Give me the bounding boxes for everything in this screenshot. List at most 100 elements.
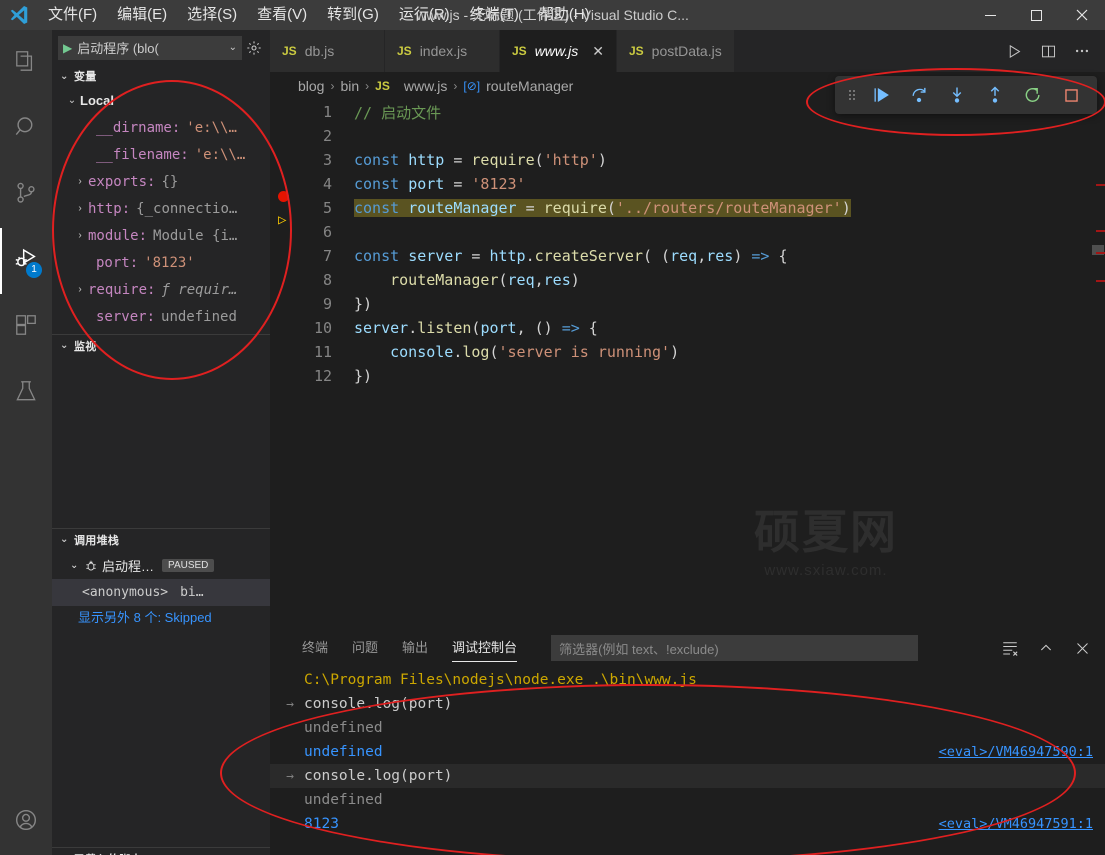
tab-www-js[interactable]: JS www.js ✕ xyxy=(500,30,617,72)
variable-row[interactable]: server: undefined xyxy=(52,303,270,330)
menu-help[interactable]: 帮助(H) xyxy=(529,0,600,30)
variable-row[interactable]: port: '8123' xyxy=(52,249,270,276)
debug-settings-gear-button[interactable] xyxy=(242,36,266,60)
chevron-right-icon[interactable]: › xyxy=(72,176,88,187)
console-source-link[interactable]: <eval>/VM46947591:1 xyxy=(939,816,1093,832)
variable-row[interactable]: › module: Module {i… xyxy=(52,222,270,249)
close-button[interactable] xyxy=(1059,0,1105,30)
activity-explorer[interactable] xyxy=(0,30,52,96)
overview-mark xyxy=(1096,230,1105,232)
section-header-variables[interactable]: ⌄ 变量 xyxy=(52,65,270,87)
code-editor[interactable]: 1// 启动文件 2 3 const http = require('http') 4 c… xyxy=(270,100,1105,630)
debug-console-output[interactable]: C:\Program Files\nodejs\node.exe .\bin\w… xyxy=(270,666,1105,855)
start-debugging-icon[interactable]: ▶ xyxy=(63,41,72,55)
menu-terminal[interactable]: 终端(T) xyxy=(460,0,529,30)
code-lines: 1// 启动文件 2 3 const http = require('http') 4 c… xyxy=(270,100,1105,388)
js-icon: JS xyxy=(282,44,297,58)
menu-view[interactable]: 查看(V) xyxy=(247,0,317,30)
code-line[interactable]: 8 routeManager(req,res) xyxy=(270,268,1105,292)
console-file-link[interactable]: .\bin\www.js xyxy=(592,672,697,688)
console-line[interactable]: undefined <eval>/VM46947590:1 xyxy=(270,740,1105,764)
code-line[interactable]: 3 const http = require('http') xyxy=(270,148,1105,172)
variable-row[interactable]: __dirname: 'e:\\… xyxy=(52,114,270,141)
chevron-down-icon[interactable]: ⌄ xyxy=(229,42,237,53)
chevron-right-icon[interactable]: › xyxy=(72,203,88,214)
activity-source-control[interactable] xyxy=(0,162,52,228)
menu-go[interactable]: 转到(G) xyxy=(317,0,389,30)
code-line[interactable]: 4 const port = '8123' xyxy=(270,172,1105,202)
variable-value: {_connectio… xyxy=(136,200,238,217)
maximize-panel-button[interactable] xyxy=(1031,633,1061,663)
panel-tab-output[interactable]: 输出 xyxy=(390,630,440,666)
step-into-button[interactable] xyxy=(939,80,975,110)
editor-scrollbar[interactable] xyxy=(1091,170,1105,630)
maximize-button[interactable] xyxy=(1013,0,1059,30)
tab-index-js[interactable]: JS index.js xyxy=(385,30,500,72)
variable-row[interactable]: › http: {_connectio… xyxy=(52,195,270,222)
breadcrumb-item-www-js[interactable]: www.js xyxy=(404,78,448,94)
breadcrumb-item-bin[interactable]: bin xyxy=(340,78,359,94)
code-line[interactable]: 11 console.log('server is running') xyxy=(270,340,1105,364)
show-skipped-frames-link[interactable]: 显示另外 8 个: Skipped xyxy=(52,606,270,630)
console-line[interactable]: → console.log(port) xyxy=(270,764,1105,788)
section-header-call-stack[interactable]: ⌄ 调用堆栈 xyxy=(52,528,270,550)
step-out-button[interactable] xyxy=(977,80,1013,110)
breadcrumb-item-blog[interactable]: blog xyxy=(298,78,324,94)
variable-row[interactable]: › exports: {} xyxy=(52,168,270,195)
menu-selection[interactable]: 选择(S) xyxy=(177,0,247,30)
close-panel-button[interactable] xyxy=(1067,633,1097,663)
code-line[interactable]: 9}) xyxy=(270,292,1105,316)
menu-file[interactable]: 文件(F) xyxy=(38,0,107,30)
step-over-button[interactable] xyxy=(901,80,937,110)
run-button[interactable] xyxy=(999,36,1029,66)
section-header-watch[interactable]: ⌄ 监视 xyxy=(52,334,270,356)
breadcrumb-item-routemanager[interactable]: routeManager xyxy=(486,78,573,94)
activity-testing[interactable] xyxy=(0,360,52,426)
console-line[interactable]: C:\Program Files\nodejs\node.exe .\bin\w… xyxy=(270,668,1105,692)
code-line[interactable]: 6 xyxy=(270,220,1105,244)
code-line[interactable]: 10 server.listen(port, () => { xyxy=(270,316,1105,340)
variable-scope-local[interactable]: ⌄ Local xyxy=(52,87,270,114)
clear-console-button[interactable] xyxy=(995,633,1025,663)
frame-detail: bi… xyxy=(180,585,204,600)
call-stack-session[interactable]: ⌄ 启动程… PAUSED xyxy=(52,552,270,579)
tab-db-js[interactable]: JS db.js xyxy=(270,30,385,72)
code-line[interactable]: 12}) xyxy=(270,364,1105,388)
panel-actions xyxy=(995,630,1097,666)
console-filter-input[interactable]: 筛选器(例如 text、!exclude) xyxy=(551,635,919,661)
activity-extensions[interactable] xyxy=(0,294,52,360)
chevron-right-icon[interactable]: › xyxy=(72,284,88,295)
close-icon[interactable]: ✕ xyxy=(592,43,604,60)
variable-row[interactable]: › require: ƒ requir… xyxy=(52,276,270,303)
variables-tree: ⌄ Local __dirname: 'e:\\… __filename: 'e… xyxy=(52,87,270,330)
variable-row[interactable]: __filename: 'e:\\… xyxy=(52,141,270,168)
section-header-loaded-scripts[interactable]: › 已载入的脚本 xyxy=(52,847,270,855)
chevron-right-icon[interactable]: › xyxy=(72,230,88,241)
console-line[interactable]: 8123 <eval>/VM46947591:1 xyxy=(270,812,1105,836)
panel-tab-problems[interactable]: 问题 xyxy=(340,630,390,666)
grip-icon[interactable] xyxy=(843,87,861,103)
panel-tab-debug-console[interactable]: 调试控制台 xyxy=(440,630,529,666)
restart-button[interactable] xyxy=(1015,80,1051,110)
menu-edit[interactable]: 编辑(E) xyxy=(107,0,177,30)
code-line[interactable]: 7 const server = http.createServer( (req,… xyxy=(270,244,1105,268)
split-editor-button[interactable] xyxy=(1033,36,1063,66)
launch-config-dropdown[interactable]: ▶ 启动程序 (blo( ⌄ xyxy=(58,35,242,60)
activity-accounts[interactable] xyxy=(0,789,52,855)
code-line[interactable]: ▷ 5 const routeManager = require('../route… xyxy=(270,196,1105,227)
more-actions-button[interactable] xyxy=(1067,36,1097,66)
console-line[interactable]: undefined xyxy=(270,788,1105,812)
panel-tab-terminal[interactable]: 终端 xyxy=(290,630,340,666)
console-source-link[interactable]: <eval>/VM46947590:1 xyxy=(939,744,1093,760)
tab-postdata-js[interactable]: JS postData.js xyxy=(616,30,735,72)
activity-search[interactable] xyxy=(0,96,52,162)
console-line[interactable]: → console.log(port) xyxy=(270,692,1105,716)
activity-run-and-debug[interactable]: 1 xyxy=(0,228,52,294)
code-line[interactable]: 2 xyxy=(270,124,1105,148)
continue-button[interactable] xyxy=(863,80,899,110)
console-line[interactable]: undefined xyxy=(270,716,1105,740)
menu-run[interactable]: 运行(R) xyxy=(389,0,460,30)
call-stack-frame[interactable]: <anonymous> bi… xyxy=(52,579,270,606)
stop-button[interactable] xyxy=(1053,80,1089,110)
minimize-button[interactable] xyxy=(967,0,1013,30)
